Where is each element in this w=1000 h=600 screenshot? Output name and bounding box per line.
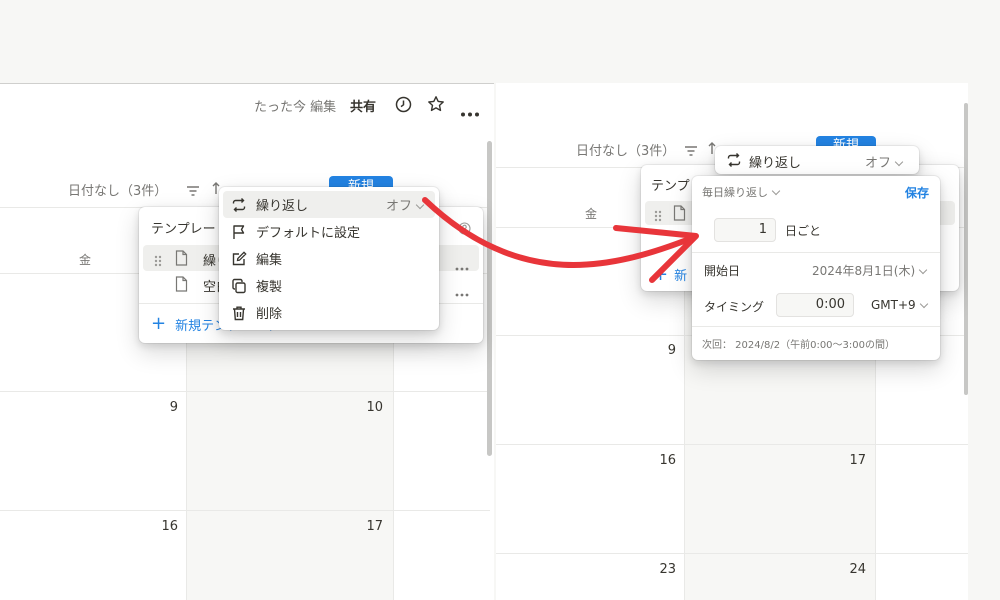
red-arrow: [422, 197, 699, 283]
